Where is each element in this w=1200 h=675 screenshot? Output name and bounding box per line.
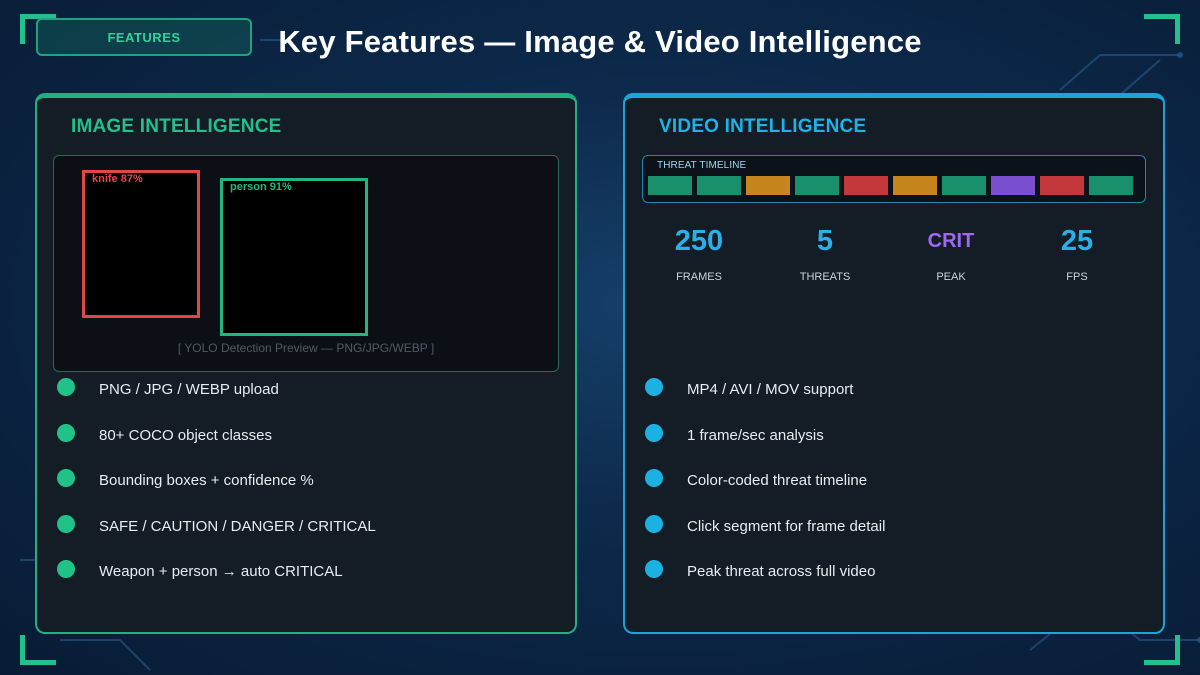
stat-label: THREATS [799, 271, 851, 283]
bullet-dot-icon [645, 423, 663, 442]
list-item: Peak threat across full video [645, 560, 885, 606]
stat-label: PEAK [936, 271, 966, 283]
list-item-text: Bounding boxes + confidence % [99, 472, 314, 489]
stat-frames: 250 FRAMES [636, 224, 762, 283]
list-item-text: PNG / JPG / WEBP upload [99, 381, 279, 398]
video-panel-title: VIDEO INTELLIGENCE [659, 116, 867, 137]
stat-value: 25 [1060, 225, 1094, 257]
preview-caption: [ YOLO Detection Preview — PNG/JPG/WEBP … [177, 341, 435, 355]
list-item: Click segment for frame detail [645, 514, 886, 561]
stat-label: FPS [1066, 271, 1088, 283]
stat-label: FRAMES [676, 271, 722, 283]
list-item-text: Weapon + person → auto CRITICAL [99, 563, 343, 580]
frame-corner-top-right [1144, 14, 1180, 44]
timeline-segment-5[interactable] [844, 176, 888, 195]
bullet-dot-icon [645, 514, 663, 533]
person-detection-label: person 91% [230, 181, 292, 193]
threat-timeline: THREAT TIMELINE [642, 155, 1146, 203]
frame-corner-bottom-left [20, 635, 56, 665]
video-stats: 250 FRAMES 5 THREATS CRIT PEAK 25 FPS [636, 224, 1140, 283]
stat-value: CRIT [927, 230, 975, 252]
knife-detection-label: knife 87% [92, 173, 143, 185]
bullet-dot-icon [57, 423, 75, 442]
timeline-segment-1[interactable] [648, 176, 692, 195]
timeline-segment-3[interactable] [746, 176, 790, 195]
stat-fps: 25 FPS [1014, 224, 1140, 283]
list-item: Color-coded threat timeline [645, 469, 885, 515]
bullet-dot-icon [57, 378, 75, 396]
timeline-label: THREAT TIMELINE [657, 160, 747, 171]
stat-threats: 5 THREATS [762, 224, 888, 283]
list-item: MP4 / AVI / MOV support [645, 378, 885, 424]
list-item-text: SAFE / CAUTION / DANGER / CRITICAL [99, 517, 376, 535]
video-intelligence-panel: VIDEO INTELLIGENCE THREAT TIMELINE 250 F… [623, 93, 1165, 634]
timeline-segment-4[interactable] [795, 176, 839, 195]
image-panel-title: IMAGE INTELLIGENCE [71, 116, 282, 137]
bullet-dot-icon [57, 469, 75, 487]
image-feature-list: PNG / JPG / WEBP upload 80+ COCO object … [57, 378, 376, 606]
stat-peak: CRIT PEAK [888, 224, 1014, 283]
list-item-text: 1 frame/sec analysis [687, 426, 824, 444]
stat-value: 5 [816, 225, 834, 257]
list-item-text: Click segment for frame detail [687, 517, 886, 535]
video-feature-list: MP4 / AVI / MOV support 1 frame/sec anal… [645, 378, 885, 606]
timeline-segment-9[interactable] [1040, 176, 1084, 195]
features-badge: FEATURES [36, 18, 252, 56]
bullet-dot-icon [57, 514, 75, 533]
timeline-segment-7[interactable] [942, 176, 986, 195]
list-item: Bounding boxes + confidence % [57, 469, 376, 515]
list-item: SAFE / CAUTION / DANGER / CRITICAL [57, 514, 376, 561]
list-item-text: MP4 / AVI / MOV support [687, 381, 854, 398]
bullet-dot-icon [645, 378, 663, 396]
list-item-text: 80+ COCO object classes [99, 426, 272, 444]
image-intelligence-panel: IMAGE INTELLIGENCE knife 87% person 91% … [35, 93, 577, 634]
timeline-segments [648, 176, 1133, 195]
list-item-text: Color-coded threat timeline [687, 472, 868, 489]
list-item: 1 frame/sec analysis [645, 423, 885, 470]
detection-preview: knife 87% person 91% [ YOLO Detection Pr… [53, 155, 559, 372]
knife-bounding-box: knife 87% [82, 170, 200, 318]
bullet-dot-icon [57, 560, 75, 578]
list-item: 80+ COCO object classes [57, 423, 376, 470]
timeline-segment-10[interactable] [1089, 176, 1133, 195]
stat-value: 250 [674, 225, 724, 257]
list-item-text: Peak threat across full video [687, 563, 876, 580]
bullet-dot-icon [645, 469, 663, 487]
frame-corner-bottom-right [1144, 635, 1180, 665]
list-item: PNG / JPG / WEBP upload [57, 378, 376, 424]
list-item: Weapon + person → auto CRITICAL [57, 560, 376, 606]
timeline-segment-2[interactable] [697, 176, 741, 195]
person-bounding-box: person 91% [220, 178, 368, 336]
bullet-dot-icon [645, 560, 663, 578]
timeline-segment-8[interactable] [991, 176, 1035, 195]
timeline-segment-6[interactable] [893, 176, 937, 195]
slide-title: Key Features — Image & Video Intelligenc… [278, 24, 922, 59]
